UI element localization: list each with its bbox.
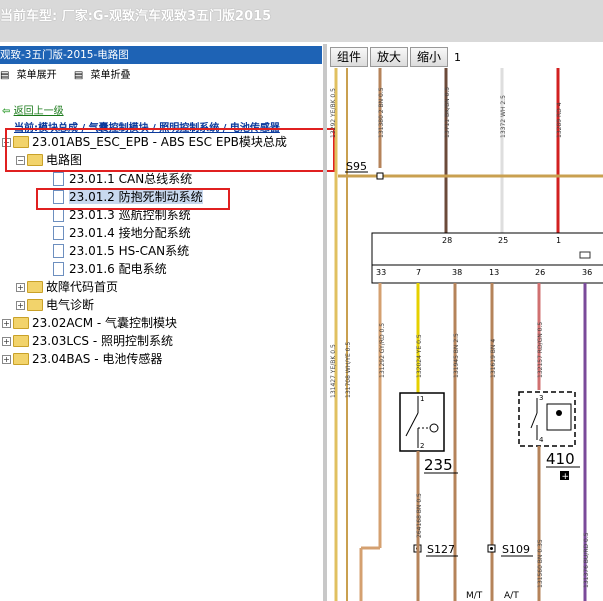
pin-label: 7 xyxy=(416,268,421,277)
tree-item-label[interactable]: 23.01.1 CAN总线系统 xyxy=(69,172,192,186)
tree-item-label[interactable]: 23.01.4 接地分配系统 xyxy=(69,226,191,240)
wiring-diagram[interactable]: S95 28 25 1 33 7 38 13 26 36 1 2 235 3 4… xyxy=(328,68,603,601)
panel-splitter[interactable] xyxy=(323,44,327,601)
wire-label: 132024 YE 0.5 xyxy=(416,334,423,378)
mt-label: M/T xyxy=(466,591,483,601)
terminal-label: 1 xyxy=(420,395,424,403)
wire-label: 131380 2 BN 0.5 xyxy=(378,87,385,138)
wire-label: 131708 WH/YE 0.5 xyxy=(345,342,352,398)
wire-label: 131619 BN 4 xyxy=(490,339,497,378)
folder-icon xyxy=(27,298,43,311)
terminal-label: 4 xyxy=(539,436,544,444)
pin-label: 26 xyxy=(535,268,545,277)
tree-item-label[interactable]: 23.01.3 巡航控制系统 xyxy=(69,208,191,222)
folder-icon xyxy=(13,352,29,365)
tree-item-label[interactable]: 23.02ACM - 气囊控制模块 xyxy=(32,316,177,330)
wire-label: 13289 RD 4 xyxy=(556,102,563,138)
terminal-label: 2 xyxy=(420,442,424,450)
pin-label: 28 xyxy=(442,236,452,245)
tree-item-label[interactable]: 23.03LCS - 照明控制系统 xyxy=(32,334,173,348)
window-title: 当前车型: 厂家:G-观致汽车观致3五门版2015 xyxy=(0,9,272,24)
tree-item-power-distribution[interactable]: 23.01.6 配电系统 xyxy=(53,261,167,278)
back-link-label[interactable]: 返回上一级 xyxy=(14,106,64,117)
wire-label: 13292 YE/BK 0.5 xyxy=(330,88,337,138)
expand-toggle-icon[interactable]: + xyxy=(16,301,25,310)
wire-label: 131945 BN 2.5 xyxy=(453,333,460,378)
document-icon xyxy=(53,171,64,186)
wire-label: 131560 BN 0.35 xyxy=(537,539,544,588)
diagram-toolbar: 组件 放大 缩小 1 xyxy=(330,46,465,67)
back-link[interactable]: ⇦ 返回上一级 xyxy=(2,102,64,117)
zoom-out-button[interactable]: 缩小 xyxy=(410,47,449,67)
title-bar: 当前车型: 厂家:G-观致汽车观致3五门版2015 xyxy=(0,0,603,42)
pin-label: 38 xyxy=(452,268,462,277)
tree-item-label[interactable]: 电气诊断 xyxy=(46,298,94,312)
page-number: 1 xyxy=(454,51,462,64)
pin-label: 1 xyxy=(556,236,561,245)
terminal-label: 3 xyxy=(539,394,543,402)
plus-glyph: + xyxy=(562,472,570,482)
pin-label: 13 xyxy=(489,268,499,277)
document-icon xyxy=(53,243,64,258)
wire-label: 131427 YE/BK 0.5 xyxy=(330,344,337,398)
expand-toggle-icon[interactable]: + xyxy=(2,355,11,364)
pin-label: 25 xyxy=(498,236,508,245)
wire-label: 131292 GY/RD 0.5 xyxy=(379,323,386,378)
menu-collapse-icon[interactable]: ▤ xyxy=(74,70,83,81)
expand-toggle-icon[interactable]: + xyxy=(2,337,11,346)
menu-collapse-button[interactable]: 菜单折叠 xyxy=(90,66,130,81)
expand-toggle-icon[interactable]: + xyxy=(2,319,11,328)
folder-icon xyxy=(13,316,29,329)
highlight-box-abs-system xyxy=(36,188,230,210)
wire-label: 13372 WH 2.5 xyxy=(500,95,507,138)
tree-item-label[interactable]: 23.04BAS - 电池传感器 xyxy=(32,352,162,366)
sensor-body xyxy=(546,403,572,431)
left-toolbar: ▤ 菜单展开 ▤ 菜单折叠 xyxy=(0,66,322,82)
pin-label: 36 xyxy=(582,268,592,277)
back-arrow-icon: ⇦ xyxy=(2,106,11,117)
module-connector-top xyxy=(371,232,603,266)
component-number: 410 xyxy=(546,450,575,468)
wire-label: 132157 RD/GN 0.5 xyxy=(537,322,544,378)
tree-item-bas[interactable]: +23.04BAS - 电池传感器 xyxy=(2,351,162,368)
component-number: 235 xyxy=(424,456,453,474)
tree-item-can-bus[interactable]: 23.01.1 CAN总线系统 xyxy=(53,171,192,188)
wire-label: 264168 BN 0.5 xyxy=(416,493,423,538)
splice-node xyxy=(376,172,384,180)
folder-icon xyxy=(27,280,43,293)
menu-expand-icon[interactable]: ▤ xyxy=(0,70,9,81)
sensor-element-icon xyxy=(556,410,562,416)
component-button[interactable]: 组件 xyxy=(330,47,369,67)
wire-label: 131376 BU/RD 0.5 xyxy=(583,532,590,588)
tree-item-ground-distribution[interactable]: 23.01.4 接地分配系统 xyxy=(53,225,191,242)
folder-icon xyxy=(13,334,29,347)
splice-label: S109 xyxy=(502,543,530,556)
highlight-box-module xyxy=(5,128,335,172)
left-panel-header: 观致-3五门版-2015-电路图 xyxy=(0,46,322,64)
document-icon xyxy=(53,261,64,276)
zoom-in-button[interactable]: 放大 xyxy=(370,47,409,67)
tree-item-label[interactable]: 23.01.5 HS-CAN系统 xyxy=(69,244,189,258)
splice-dot xyxy=(490,547,493,550)
expand-toggle-icon[interactable]: + xyxy=(16,283,25,292)
wire-label: 13711 BK/BN 0.5 xyxy=(444,87,451,138)
tree-item-lcs[interactable]: +23.03LCS - 照明控制系统 xyxy=(2,333,173,350)
splice-label: S127 xyxy=(427,543,455,556)
tree-item-acm[interactable]: +23.02ACM - 气囊控制模块 xyxy=(2,315,177,332)
at-label: A/T xyxy=(504,591,519,601)
menu-expand-button[interactable]: 菜单展开 xyxy=(17,66,57,81)
tree-item-label[interactable]: 23.01.6 配电系统 xyxy=(69,262,167,276)
document-icon xyxy=(53,225,64,240)
module-connector-bottom xyxy=(371,264,603,284)
tree-item-label[interactable]: 故障代码首页 xyxy=(46,280,118,294)
tree-item-dtc-home[interactable]: + 故障代码首页 xyxy=(16,279,118,296)
pin-label: 33 xyxy=(376,268,386,277)
tree-item-electrical-diagnosis[interactable]: + 电气诊断 xyxy=(16,297,94,314)
splice-label: S95 xyxy=(346,160,367,173)
tree-item-hs-can[interactable]: 23.01.5 HS-CAN系统 xyxy=(53,243,189,260)
sensor-contact xyxy=(530,412,538,429)
